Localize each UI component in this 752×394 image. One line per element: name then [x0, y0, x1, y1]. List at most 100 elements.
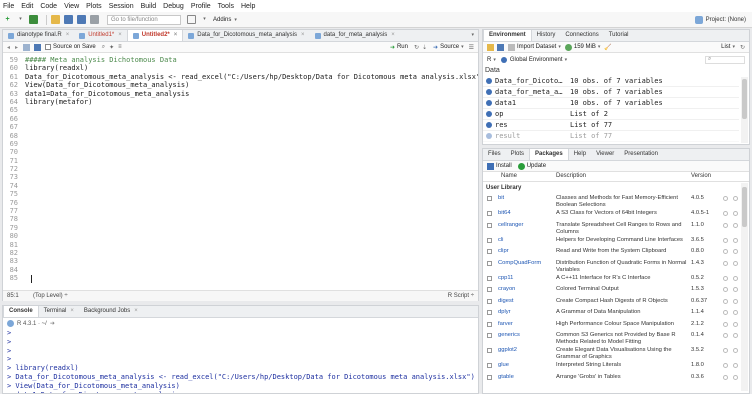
chevron-down-icon[interactable]: ▾	[598, 44, 601, 50]
package-checkbox[interactable]	[487, 298, 492, 304]
close-icon[interactable]: ×	[174, 30, 178, 41]
file-type-dropdown[interactable]: R Script ÷	[448, 293, 474, 299]
console-tab-console[interactable]: Console	[3, 306, 39, 317]
save-all-icon[interactable]	[77, 15, 86, 24]
view-mode-dropdown[interactable]: List	[721, 44, 730, 50]
browse-package-icon[interactable]	[723, 196, 728, 201]
scrollbar-thumb[interactable]	[742, 79, 747, 119]
chevron-down-icon[interactable]: ▾	[471, 30, 474, 41]
files-tab-files[interactable]: Files	[483, 149, 506, 160]
editor-tab[interactable]: Untitled2* ×	[126, 30, 184, 41]
environment-row[interactable]: data_for_meta_a… 10 obs. of 7 variables	[483, 87, 739, 98]
package-name-link[interactable]: bit	[498, 195, 504, 201]
environment-row[interactable]: op List of 2	[483, 109, 739, 120]
packages-scrollbar[interactable]	[741, 183, 748, 391]
console-tab-terminal[interactable]: Terminal ×	[39, 306, 79, 317]
remove-package-icon[interactable]	[733, 196, 738, 201]
package-name-link[interactable]: ggplot2	[498, 347, 517, 353]
col-desc-header[interactable]: Description	[556, 173, 586, 179]
open-file-icon[interactable]	[51, 15, 60, 24]
env-tab-connections[interactable]: Connections	[560, 30, 603, 41]
source-on-save-checkbox[interactable]	[45, 44, 52, 50]
code-editor[interactable]: 59 ##### Meta analysis Dichotomous Data 60…	[3, 56, 478, 290]
remove-package-icon[interactable]	[733, 348, 738, 353]
chevron-down-icon[interactable]: ▾	[558, 44, 561, 50]
install-button[interactable]: Install	[496, 163, 512, 169]
go-to-dir-icon[interactable]: ➜	[50, 320, 55, 327]
chevron-down-icon[interactable]: ▾	[565, 57, 568, 63]
chevron-down-icon[interactable]: ▾	[461, 44, 464, 50]
env-tab-tutorial[interactable]: Tutorial	[604, 30, 634, 41]
browse-package-icon[interactable]	[723, 298, 728, 304]
package-name-link[interactable]: dplyr	[498, 309, 511, 315]
env-tab-environment[interactable]: Environment	[483, 30, 532, 41]
memory-usage[interactable]: 159 MiB	[574, 44, 596, 50]
save-icon[interactable]	[34, 43, 42, 51]
menu-item-build[interactable]: Build	[141, 3, 157, 10]
compile-report-icon[interactable]: ≡	[118, 44, 122, 50]
jump-icon[interactable]: ⇣	[422, 44, 427, 51]
remove-package-icon[interactable]	[733, 211, 738, 216]
load-workspace-icon[interactable]	[487, 43, 494, 51]
project-menu[interactable]: Project: (None)	[694, 15, 746, 24]
environment-row[interactable]: Data_for_Dicoto… 10 obs. of 7 variables	[483, 76, 739, 87]
package-checkbox[interactable]	[487, 374, 492, 380]
broom-icon[interactable]: 🧹	[604, 44, 611, 51]
package-checkbox[interactable]	[487, 260, 492, 266]
remove-package-icon[interactable]	[733, 260, 738, 266]
remove-package-icon[interactable]	[733, 222, 738, 228]
chevron-down-icon[interactable]: ▾	[493, 57, 496, 63]
browse-package-icon[interactable]	[723, 222, 728, 228]
remove-package-icon[interactable]	[733, 333, 738, 338]
package-checkbox[interactable]	[487, 348, 492, 353]
package-name-link[interactable]: CompQuadForm	[498, 260, 541, 266]
package-name-link[interactable]: generics	[498, 332, 520, 338]
chevron-down-icon[interactable]: ▾	[16, 15, 25, 24]
remove-package-icon[interactable]	[733, 249, 738, 254]
browse-package-icon[interactable]	[723, 249, 728, 254]
save-workspace-icon[interactable]	[497, 43, 504, 51]
col-version-header[interactable]: Version	[691, 173, 711, 179]
console-output[interactable]: > > > > > library(readxl) > Data_for_Dicotomo…	[7, 329, 474, 393]
close-icon[interactable]: ×	[301, 30, 305, 41]
environment-row[interactable]: data1 10 obs. of 7 variables	[483, 98, 739, 109]
menu-item-file[interactable]: File	[3, 3, 14, 10]
browse-package-icon[interactable]	[723, 237, 728, 243]
package-name-link[interactable]: glue	[498, 362, 509, 368]
environment-row[interactable]: res List of 77	[483, 120, 739, 131]
forward-arrow-icon[interactable]: ▸	[15, 44, 18, 51]
browse-package-icon[interactable]	[723, 211, 728, 216]
env-tab-history[interactable]: History	[532, 30, 561, 41]
files-tab-viewer[interactable]: Viewer	[591, 149, 619, 160]
files-tab-plots[interactable]: Plots	[506, 149, 529, 160]
editor-tab[interactable]: Untitled1* ×	[74, 30, 127, 41]
browse-package-icon[interactable]	[723, 374, 728, 380]
source-button[interactable]: Source	[440, 44, 459, 50]
package-checkbox[interactable]	[487, 275, 492, 281]
print-icon[interactable]	[90, 15, 99, 24]
browse-package-icon[interactable]	[723, 348, 728, 353]
menu-item-plots[interactable]: Plots	[86, 3, 102, 10]
new-project-icon[interactable]	[29, 15, 38, 24]
remove-package-icon[interactable]	[733, 287, 738, 292]
update-button[interactable]: Update	[527, 163, 546, 169]
browse-package-icon[interactable]	[723, 275, 728, 281]
package-checkbox[interactable]	[487, 211, 492, 216]
menu-item-edit[interactable]: Edit	[21, 3, 33, 10]
language-dropdown[interactable]: R	[487, 57, 491, 63]
package-checkbox[interactable]	[487, 363, 492, 368]
rerun-icon[interactable]: ↻	[414, 44, 419, 51]
remove-package-icon[interactable]	[733, 298, 738, 304]
menu-item-profile[interactable]: Profile	[191, 3, 211, 10]
menu-item-tools[interactable]: Tools	[218, 3, 234, 10]
save-icon[interactable]	[64, 15, 73, 24]
package-name-link[interactable]: crayon	[498, 286, 515, 292]
browse-package-icon[interactable]	[723, 260, 728, 266]
menu-item-view[interactable]: View	[64, 3, 79, 10]
environment-row[interactable]: result List of 77	[483, 131, 739, 142]
run-button[interactable]: Run	[397, 44, 408, 50]
import-dataset-button[interactable]: Import Dataset	[517, 44, 556, 50]
browse-package-icon[interactable]	[723, 287, 728, 292]
menu-item-session[interactable]: Session	[109, 3, 134, 10]
goto-file-input[interactable]: Go to file/function	[107, 14, 181, 25]
